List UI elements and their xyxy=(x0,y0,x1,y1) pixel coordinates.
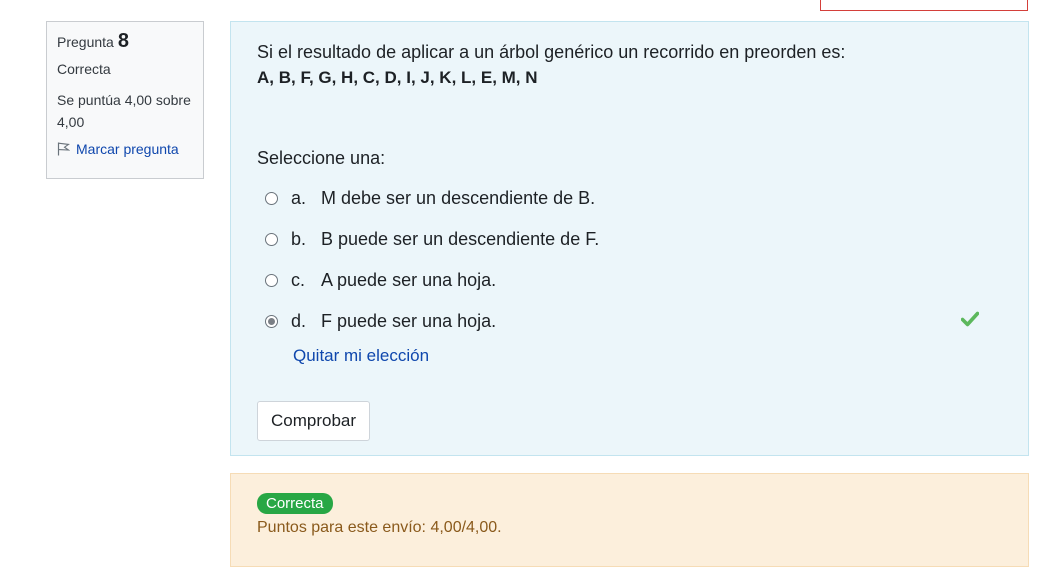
clear-choice-link[interactable]: Quitar mi elección xyxy=(293,346,429,366)
question-number: 8 xyxy=(117,30,129,52)
question-sequence: A, B, F, G, H, C, D, I, J, K, L, E, M, N xyxy=(257,68,538,87)
top-partial-box xyxy=(820,0,1028,11)
question-formulation: Si el resultado de aplicar a un árbol ge… xyxy=(230,21,1029,456)
flag-question-link[interactable]: Marcar pregunta xyxy=(57,141,193,157)
answer-prompt: Seleccione una: xyxy=(257,148,386,168)
answer-letter: b. xyxy=(291,229,307,249)
question-number-row: Pregunta 8 xyxy=(57,30,193,53)
answer-option-d[interactable]: d. F puede ser una hoja. xyxy=(265,301,1005,342)
answer-radio-d[interactable] xyxy=(265,315,278,328)
check-button[interactable]: Comprobar xyxy=(257,401,371,441)
question-state: Correcta xyxy=(57,61,111,77)
correct-badge: Correcta xyxy=(257,493,333,514)
question-grade: Se puntúa 4,00 sobre 4,00 xyxy=(57,92,191,130)
answer-letter: a. xyxy=(291,188,307,208)
question-label: Pregunta xyxy=(57,34,114,50)
answer-radio-b[interactable] xyxy=(265,233,278,246)
answer-letter: d. xyxy=(291,311,307,331)
answer-text: F puede ser una hoja. xyxy=(321,311,497,331)
question-outcome: Correcta Puntos para este envío: 4,00/4,… xyxy=(230,473,1029,567)
answer-text: M debe ser un descendiente de B. xyxy=(321,188,596,208)
answer-option-b[interactable]: b. B puede ser un descendiente de F. xyxy=(265,219,1005,260)
answer-text: B puede ser un descendiente de F. xyxy=(321,229,600,249)
answer-letter: c. xyxy=(291,270,306,290)
answer-option-c[interactable]: c. A puede ser una hoja. xyxy=(265,260,1005,301)
answer-radio-c[interactable] xyxy=(265,274,278,287)
answer-option-a[interactable]: a. M debe ser un descendiente de B. xyxy=(265,178,1005,219)
answer-radio-a[interactable] xyxy=(265,192,278,205)
grade-feedback: Puntos para este envío: 4,00/4,00. xyxy=(257,519,502,536)
answer-text: A puede ser una hoja. xyxy=(321,270,497,290)
flag-icon xyxy=(57,142,70,156)
answer-list: a. M debe ser un descendiente de B. b. B… xyxy=(265,178,1005,342)
question-info-panel: Pregunta 8 Correcta Se puntúa 4,00 sobre… xyxy=(46,21,204,179)
check-icon xyxy=(961,311,979,327)
question-text: Si el resultado de aplicar a un árbol ge… xyxy=(257,42,846,62)
flag-question-label: Marcar pregunta xyxy=(76,141,179,157)
